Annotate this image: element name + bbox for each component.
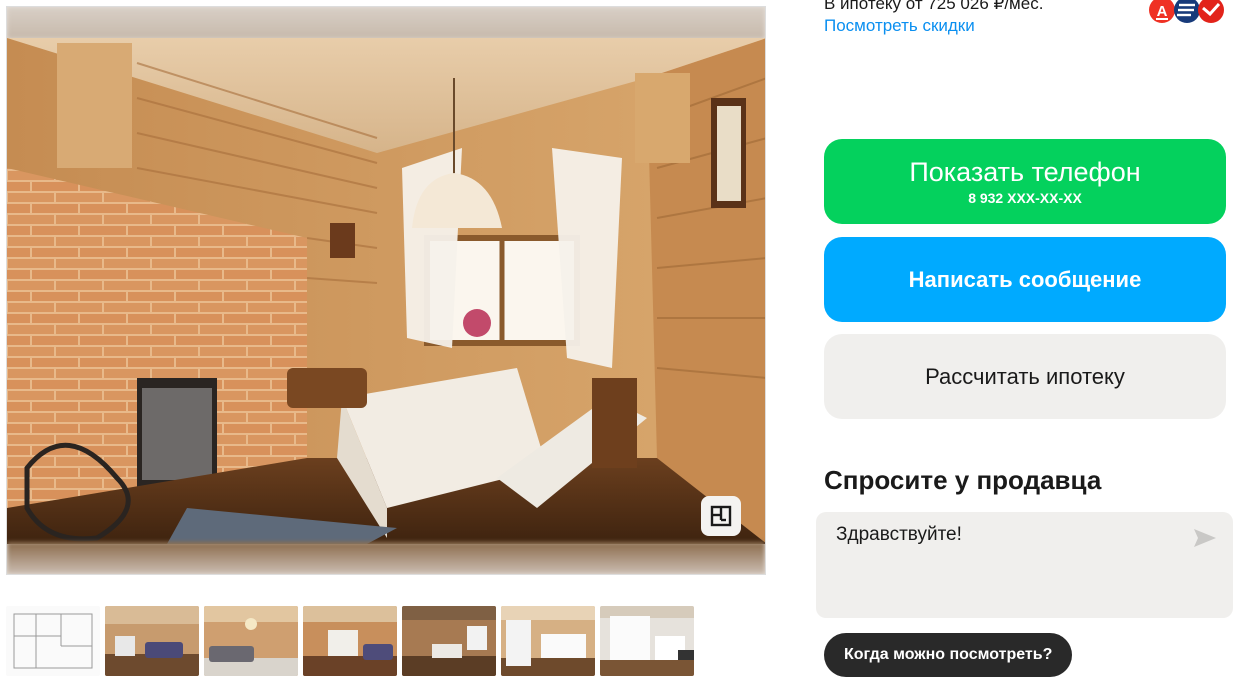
calculate-mortgage-button[interactable]: Рассчитать ипотеку: [824, 334, 1226, 419]
send-icon[interactable]: [1193, 528, 1217, 548]
photo-blur-bottom: [7, 542, 765, 574]
thumbnail-photo[interactable]: [402, 606, 496, 676]
write-message-label: Написать сообщение: [908, 266, 1142, 292]
floor-plan-button[interactable]: [701, 496, 741, 536]
thumbnail-photo[interactable]: [600, 606, 694, 676]
svg-text:A: A: [1157, 3, 1168, 20]
see-discounts-link[interactable]: Посмотреть скидки: [824, 15, 975, 37]
main-photo[interactable]: [7, 38, 765, 544]
thumbnail-photo[interactable]: [105, 606, 199, 676]
show-phone-button[interactable]: Показать телефон 8 932 XXX-XX-XX: [824, 139, 1226, 224]
thumbnail-photo[interactable]: [204, 606, 298, 676]
thumbnail-photo[interactable]: [501, 606, 595, 676]
message-input[interactable]: Здравствуйте!: [816, 512, 1233, 618]
write-message-button[interactable]: Написать сообщение: [824, 237, 1226, 322]
mortgage-text: В ипотеку от 725 026 ₽/мес.: [824, 0, 1044, 13]
phone-masked: 8 932 XXX-XX-XX: [968, 189, 1082, 206]
quick-question-chip[interactable]: Когда можно посмотреть?: [824, 633, 1073, 677]
thumbnail-floor-plan[interactable]: [6, 606, 100, 676]
blue-bank-logo: [1174, 0, 1200, 23]
show-phone-label: Показать телефон: [909, 156, 1141, 187]
thumbnail-photo[interactable]: [303, 606, 397, 676]
thumbnail-strip: [6, 606, 694, 676]
ask-seller-title: Спросите у продавца: [824, 465, 1102, 495]
dining-room-illustration: [7, 38, 765, 544]
photo-blur-top: [7, 7, 765, 39]
floor-plan-icon: [710, 505, 732, 527]
bank-logos: A: [1148, 0, 1228, 24]
photo-gallery[interactable]: [6, 6, 766, 575]
message-text: Здравствуйте!: [836, 524, 962, 545]
calculate-mortgage-label: Рассчитать ипотеку: [925, 363, 1125, 389]
